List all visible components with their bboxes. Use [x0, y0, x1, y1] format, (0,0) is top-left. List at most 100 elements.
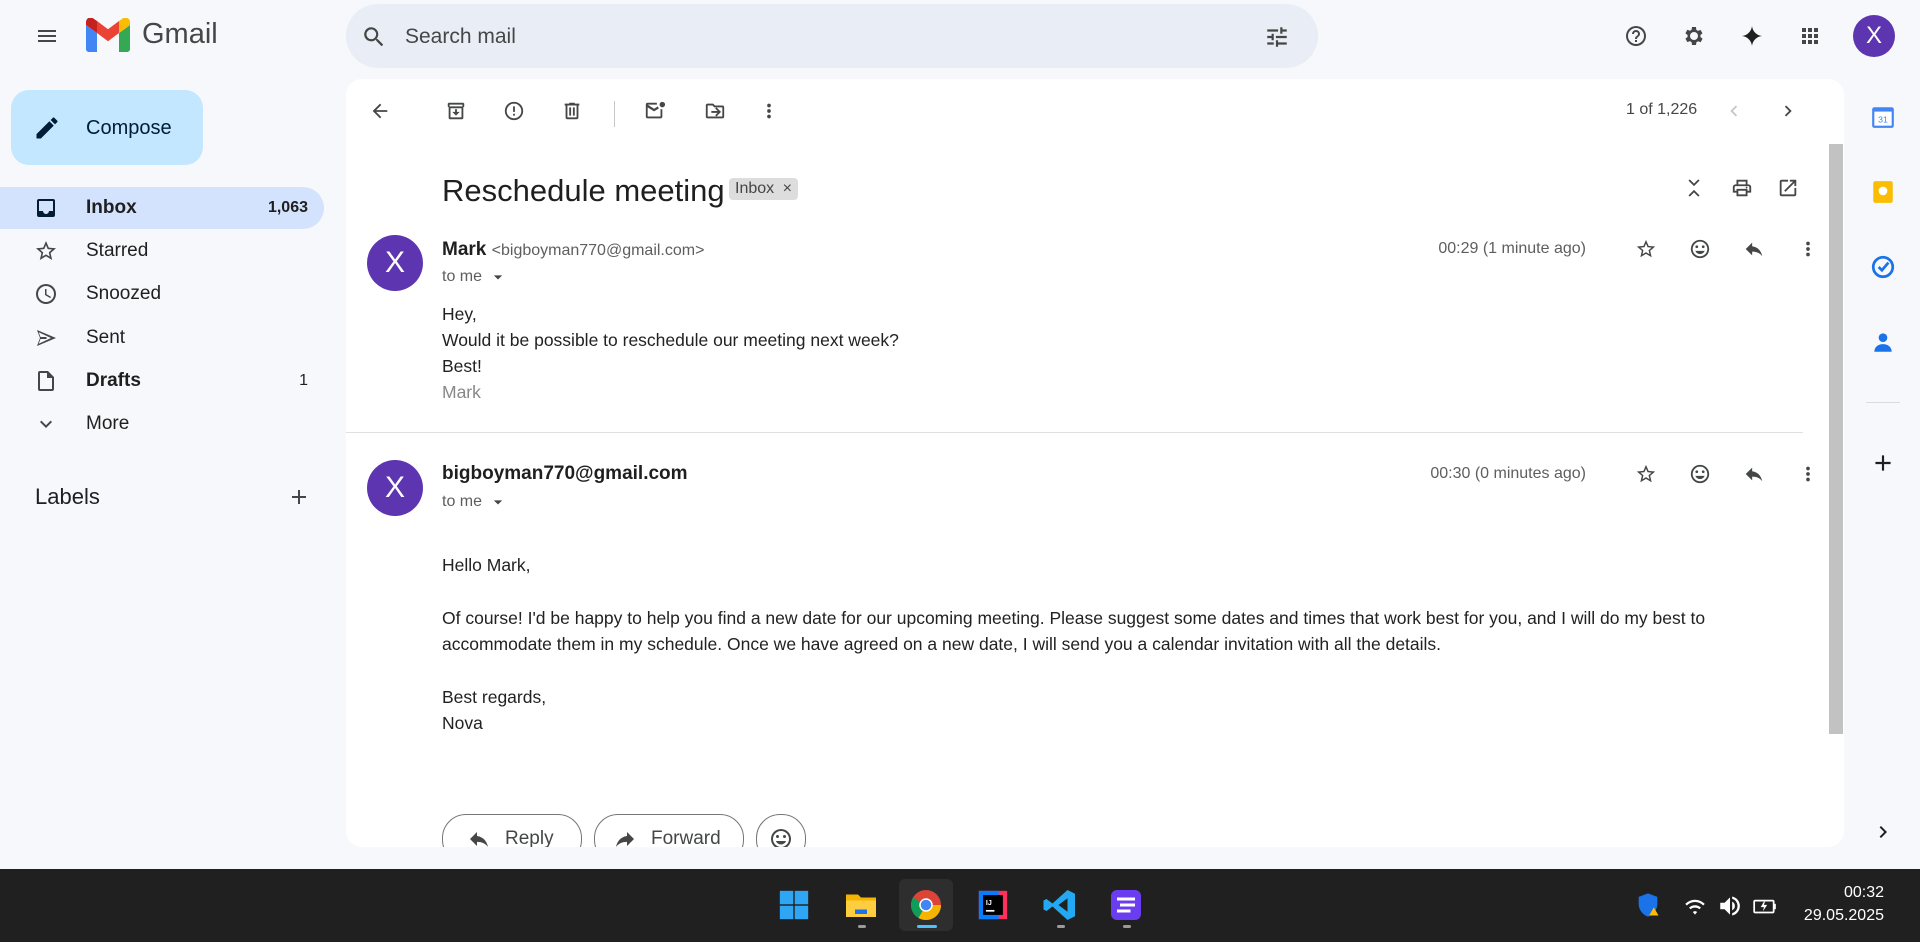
sidebar-item-inbox[interactable]: Inbox 1,063 [0, 187, 324, 229]
message-divider [346, 432, 1803, 433]
message-signature: Mark [442, 382, 481, 402]
volume-icon[interactable] [1717, 893, 1743, 919]
running-indicator [1123, 925, 1131, 928]
sidebar-item-label: More [86, 413, 130, 434]
search-bar[interactable]: Search mail [346, 4, 1318, 68]
search-options-icon[interactable] [1264, 24, 1290, 50]
windows-start-icon[interactable] [767, 879, 821, 931]
message-body-line: Hey, [442, 304, 477, 324]
mark-unread-icon[interactable] [635, 91, 675, 131]
settings-icon[interactable] [1674, 16, 1714, 56]
menu-icon[interactable] [27, 16, 67, 56]
send-icon [34, 326, 58, 350]
svg-text:31: 31 [1878, 114, 1888, 124]
scrollbar-thumb[interactable] [1829, 144, 1843, 734]
delete-icon[interactable] [552, 91, 592, 131]
draft-icon [34, 369, 58, 393]
reply-icon [467, 827, 491, 847]
wifi-icon[interactable] [1682, 893, 1708, 919]
compose-button[interactable]: Compose [11, 90, 203, 165]
report-spam-icon[interactable] [494, 91, 534, 131]
sender-name[interactable]: bigboyman770@gmail.com [442, 463, 688, 485]
contacts-icon[interactable] [1868, 327, 1898, 357]
draft-count: 1 [299, 372, 308, 389]
caret-down-icon[interactable] [488, 267, 508, 287]
gemini-icon[interactable] [1732, 16, 1772, 56]
reply-icon[interactable] [1734, 454, 1774, 494]
active-indicator [917, 925, 937, 928]
open-new-window-icon[interactable] [1768, 168, 1808, 208]
emoji-reaction-button[interactable] [756, 814, 806, 847]
emoji-icon[interactable] [1680, 229, 1720, 269]
more-vert-icon[interactable] [1788, 454, 1828, 494]
account-avatar[interactable]: X [1853, 15, 1895, 57]
message-body-line: Nova [442, 713, 483, 733]
intellij-icon[interactable]: IJ [966, 879, 1020, 931]
gmail-logo-icon[interactable] [86, 18, 130, 52]
sender-name[interactable]: Mark <bigboyman770@gmail.com> [442, 239, 704, 261]
apps-icon[interactable] [1790, 16, 1830, 56]
emoji-icon [769, 827, 793, 847]
message-body-line: Best regards, [442, 687, 547, 707]
chevron-right-icon[interactable] [1768, 91, 1808, 131]
clock-time[interactable]: 00:32 [1844, 884, 1884, 902]
sidebar-item-drafts[interactable]: Drafts 1 [0, 360, 324, 402]
message-body-line: Hello Mark, [442, 555, 531, 575]
chrome-icon[interactable] [899, 879, 953, 931]
add-addon-icon[interactable] [1868, 448, 1898, 478]
back-arrow-icon[interactable] [360, 91, 400, 131]
chip-close-icon[interactable]: × [783, 180, 792, 197]
message-time: 00:30 (0 minutes ago) [1430, 465, 1586, 482]
reply-icon[interactable] [1734, 229, 1774, 269]
tasks-icon[interactable] [1868, 252, 1898, 282]
move-to-icon[interactable] [695, 91, 735, 131]
reply-button[interactable]: Reply [442, 814, 582, 847]
app-icon[interactable] [1099, 879, 1153, 931]
more-vert-icon[interactable] [749, 91, 789, 131]
inbox-label-chip[interactable]: Inbox × [729, 178, 798, 200]
header: Gmail Search mail X [0, 0, 1920, 72]
file-explorer-icon[interactable] [834, 879, 888, 931]
inbox-icon [34, 196, 58, 220]
chevron-down-icon [34, 412, 58, 436]
message-view: 1 of 1,226 Reschedule meeting Inbox × X … [346, 79, 1844, 847]
sidebar-item-more[interactable]: More [0, 403, 324, 445]
sender-avatar[interactable]: X [367, 460, 423, 516]
search-icon[interactable] [361, 24, 387, 50]
recipient-details[interactable]: to me [442, 492, 508, 512]
keep-icon[interactable] [1868, 177, 1898, 207]
collapse-all-icon[interactable] [1674, 168, 1714, 208]
print-icon[interactable] [1722, 168, 1762, 208]
vscode-icon[interactable] [1033, 879, 1087, 931]
forward-button[interactable]: Forward [594, 814, 744, 847]
recipient-details[interactable]: to me [442, 267, 508, 287]
more-vert-icon[interactable] [1788, 229, 1828, 269]
caret-down-icon[interactable] [488, 492, 508, 512]
star-icon [34, 239, 58, 263]
reply-label: Reply [505, 828, 554, 847]
battery-charging-icon[interactable] [1752, 893, 1778, 919]
sidebar-item-label: Starred [86, 240, 149, 261]
star-icon[interactable] [1626, 229, 1666, 269]
sender-avatar[interactable]: X [367, 235, 423, 291]
archive-icon[interactable] [436, 91, 476, 131]
help-icon[interactable] [1616, 16, 1656, 56]
sidebar-item-label: Inbox [86, 197, 137, 218]
search-input[interactable]: Search mail [405, 25, 516, 49]
expand-panel-icon[interactable] [1868, 817, 1898, 847]
sidebar-item-sent[interactable]: Sent [0, 317, 324, 359]
emoji-icon[interactable] [1680, 454, 1720, 494]
sender-email: <bigboyman770@gmail.com> [491, 242, 705, 259]
compose-label: Compose [86, 117, 172, 139]
star-icon[interactable] [1626, 454, 1666, 494]
sidebar-item-snoozed[interactable]: Snoozed [0, 273, 324, 315]
pagination-text: 1 of 1,226 [1626, 101, 1698, 118]
security-shield-icon[interactable] [1634, 891, 1662, 919]
calendar-icon[interactable]: 31 [1868, 102, 1898, 132]
labels-heading: Labels [35, 484, 100, 509]
clock-date[interactable]: 29.05.2025 [1804, 907, 1884, 925]
recipient-label: to me [442, 493, 483, 511]
sidebar-item-starred[interactable]: Starred [0, 230, 324, 272]
chevron-left-icon[interactable] [1714, 91, 1754, 131]
add-label-icon[interactable] [279, 477, 319, 517]
